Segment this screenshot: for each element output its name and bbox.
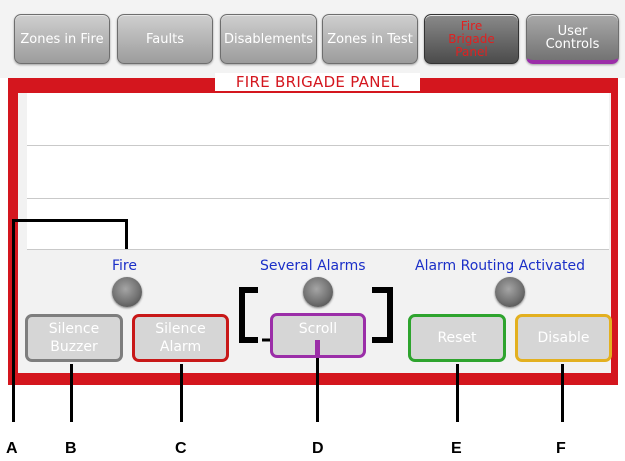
silence-buzzer-button[interactable]: Silence Buzzer	[25, 314, 123, 362]
leader-a-vertical	[12, 219, 15, 422]
fire-panel-screen: Zones in Fire Faults Disablements Zones …	[0, 0, 625, 461]
fire-indicator-label: Fire	[112, 258, 137, 274]
leader-c	[180, 364, 183, 422]
tab-bar: Zones in Fire Faults Disablements Zones …	[0, 0, 625, 78]
tab-fire-brigade-panel[interactable]: Fire Brigade Panel	[424, 14, 519, 64]
tab-zones-in-test[interactable]: Zones in Test	[322, 14, 418, 64]
silence-alarm-button[interactable]: Silence Alarm	[132, 314, 229, 362]
callout-c: C	[175, 440, 187, 457]
callout-f: F	[556, 440, 566, 457]
leader-f	[561, 364, 564, 422]
scroll-divider	[315, 340, 320, 356]
panel-title: FIRE BRIGADE PANEL	[215, 73, 420, 91]
leader-e	[456, 364, 459, 422]
callout-e: E	[451, 440, 462, 457]
disable-button[interactable]: Disable	[515, 314, 612, 362]
callout-b: B	[65, 440, 77, 457]
event-row-2[interactable]	[27, 146, 609, 199]
tab-disablements[interactable]: Disablements	[220, 14, 317, 64]
leader-a-drop	[125, 219, 128, 249]
tab-zones-in-fire[interactable]: Zones in Fire	[14, 14, 110, 64]
event-row-1[interactable]	[27, 93, 609, 146]
reset-button[interactable]: Reset	[408, 314, 506, 362]
alarm-routing-led	[495, 277, 525, 307]
leader-d	[316, 358, 319, 422]
callout-d: D	[312, 440, 324, 457]
callout-a: A	[6, 440, 18, 457]
tab-faults[interactable]: Faults	[117, 14, 213, 64]
fire-indicator-led	[112, 277, 142, 307]
tab-user-controls[interactable]: User Controls	[526, 14, 619, 64]
event-row-3[interactable]	[27, 199, 609, 250]
leader-b	[70, 364, 73, 422]
alarm-routing-label: Alarm Routing Activated	[415, 258, 586, 274]
leader-a-horizontal	[12, 219, 128, 222]
several-alarms-label: Several Alarms	[260, 258, 366, 274]
